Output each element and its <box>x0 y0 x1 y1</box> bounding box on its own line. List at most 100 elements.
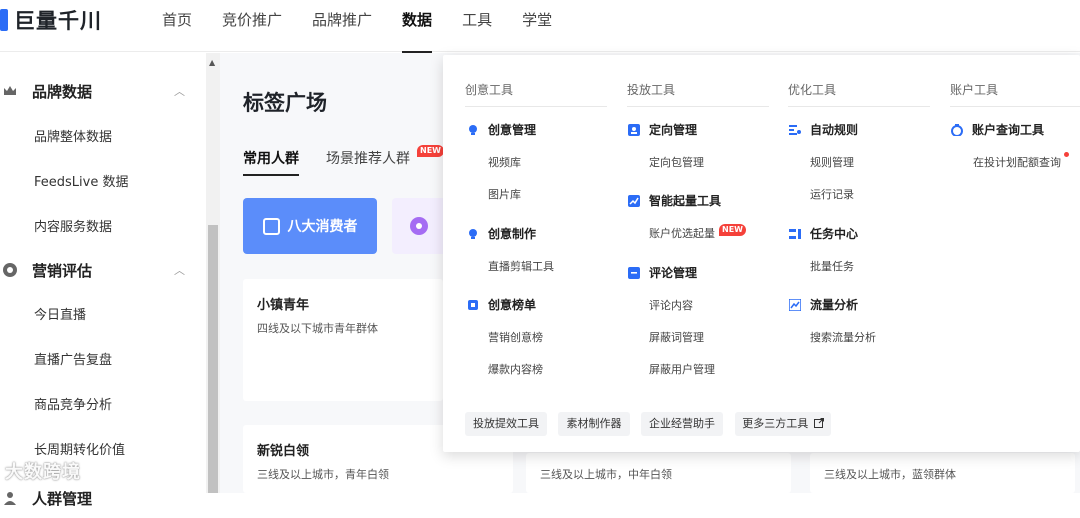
external-link-icon <box>813 418 824 428</box>
nav-academy[interactable]: 学堂 <box>522 0 552 52</box>
link-marketing-creative-rank[interactable]: 营销创意榜 <box>488 329 543 345</box>
task-icon <box>789 228 801 239</box>
sidebar-group-label: 品牌数据 <box>32 82 93 101</box>
shopping-bag-icon <box>262 217 280 235</box>
nav-bidding-promotion[interactable]: 竞价推广 <box>222 0 282 52</box>
chevron-up-icon: ︿ <box>174 85 185 98</box>
link-batch-tasks[interactable]: 批量任务 <box>810 258 854 274</box>
column-heading-optimize: 优化工具 <box>788 81 930 107</box>
link-comment-content[interactable]: 评论内容 <box>649 297 693 313</box>
rule-icon <box>789 124 801 135</box>
link-block-words[interactable]: 屏蔽词管理 <box>649 329 704 345</box>
section-title: 创意榜单 <box>488 298 537 312</box>
section-title: 创意制作 <box>488 227 537 241</box>
link-plan-quota-query[interactable]: 在投计划配额查询 <box>973 154 1061 170</box>
link-account-optimal-boost[interactable]: 账户优选起量 <box>649 225 715 241</box>
tab-common-audience[interactable]: 常用人群 <box>243 148 299 176</box>
section-traffic-analysis[interactable]: 流量分析 <box>789 296 858 313</box>
nav-data[interactable]: 数据 <box>402 0 433 53</box>
link-run-records[interactable]: 运行记录 <box>810 186 854 202</box>
crown-icon <box>4 86 16 95</box>
new-badge: NEW <box>719 224 746 236</box>
card-desc: 三线及以上城市，青年白领 <box>257 468 389 481</box>
audience-card-blue-collar[interactable]: 三线及以上城市，蓝领群体 <box>810 453 1075 493</box>
footer-button-label: 更多三方工具 <box>742 417 809 430</box>
brand-logo[interactable]: 巨量千川 <box>0 6 102 34</box>
circle-dot-icon <box>410 217 428 235</box>
section-creative-rank[interactable]: 创意榜单 <box>467 296 536 313</box>
nav-brand-promotion[interactable]: 品牌推广 <box>312 0 372 52</box>
sidebar-group-brand-data[interactable]: 品牌数据 ︿ <box>0 71 205 111</box>
card-desc: 三线及以上城市，中年白领 <box>540 468 672 481</box>
sidebar: 品牌数据 ︿ 品牌整体数据 FeedsLive 数据 内容服务数据 营销评估 ︿… <box>0 53 205 508</box>
sidebar-item-content-service[interactable]: 内容服务数据 <box>34 216 112 235</box>
main-nav: 首页 竞价推广 品牌推广 数据 工具 学堂 <box>162 0 582 53</box>
link-block-users[interactable]: 屏蔽用户管理 <box>649 361 715 377</box>
section-task-center[interactable]: 任务中心 <box>789 225 858 242</box>
person-card-icon <box>628 123 640 136</box>
trend-icon <box>628 194 640 207</box>
nav-home[interactable]: 首页 <box>162 0 192 52</box>
sidebar-item-long-term-value[interactable]: 长周期转化价值 <box>34 439 125 458</box>
chevron-up-icon: ︿ <box>174 264 185 277</box>
scroll-thumb[interactable] <box>208 225 218 493</box>
audience-card-small-town-youth[interactable]: 小镇青年 四线及以下城市青年群体 <box>243 279 443 401</box>
footer-delivery-efficiency-button[interactable]: 投放提效工具 <box>465 412 547 436</box>
sidebar-item-today-live[interactable]: 今日直播 <box>34 304 86 323</box>
sidebar-scrollbar[interactable]: ▲ <box>206 53 220 493</box>
scroll-up-arrow-icon[interactable]: ▲ <box>209 58 215 67</box>
sidebar-item-live-ad-review[interactable]: 直播广告复盘 <box>34 349 112 368</box>
section-creative-make[interactable]: 创意制作 <box>467 225 536 242</box>
target-icon <box>3 263 17 277</box>
section-title: 自动规则 <box>810 123 859 137</box>
sidebar-item-brand-overall[interactable]: 品牌整体数据 <box>34 126 112 145</box>
link-rule-manage[interactable]: 规则管理 <box>810 154 854 170</box>
bulb-icon <box>469 228 477 239</box>
audience-pill-eight-consumers[interactable]: 八大消费者 <box>243 198 377 254</box>
sidebar-item-feedslive[interactable]: FeedsLive 数据 <box>34 171 128 190</box>
nav-tools[interactable]: 工具 <box>462 0 492 52</box>
chart-icon <box>789 298 801 311</box>
footer-more-third-party-button[interactable]: 更多三方工具 <box>735 412 831 436</box>
page-title: 标签广场 <box>243 91 327 115</box>
link-targeting-package[interactable]: 定向包管理 <box>649 154 704 170</box>
card-desc: 四线及以下城市青年群体 <box>257 322 378 335</box>
section-creative-manage[interactable]: 创意管理 <box>467 121 536 138</box>
new-badge: NEW <box>417 145 444 157</box>
people-icon <box>4 492 16 505</box>
link-video-library[interactable]: 视频库 <box>488 154 521 170</box>
section-title: 评论管理 <box>649 266 698 280</box>
section-comment-manage[interactable]: 评论管理 <box>628 264 697 281</box>
link-hot-content-rank[interactable]: 爆款内容榜 <box>488 361 543 377</box>
section-smart-boost[interactable]: 智能起量工具 <box>628 192 721 209</box>
link-live-clip-tool[interactable]: 直播剪辑工具 <box>488 258 554 274</box>
tab-scene-recommended[interactable]: 场景推荐人群 <box>326 148 410 168</box>
section-title: 流量分析 <box>810 298 859 312</box>
section-auto-rules[interactable]: 自动规则 <box>789 121 858 138</box>
column-heading-creative: 创意工具 <box>465 81 607 107</box>
section-targeting-manage[interactable]: 定向管理 <box>628 121 697 138</box>
section-title: 账户查询工具 <box>972 123 1045 137</box>
top-bar: 巨量千川 首页 竞价推广 品牌推广 数据 工具 学堂 <box>0 0 1080 53</box>
logo-mark-icon <box>0 9 8 31</box>
footer-business-assistant-button[interactable]: 企业经营助手 <box>641 412 723 436</box>
section-title: 任务中心 <box>810 227 859 241</box>
link-search-traffic[interactable]: 搜索流量分析 <box>810 329 876 345</box>
sidebar-group-label: 人群管理 <box>32 489 93 508</box>
footer-material-maker-button[interactable]: 素材制作器 <box>558 412 630 436</box>
card-title: 小镇青年 <box>257 298 310 313</box>
section-title: 定向管理 <box>649 123 698 137</box>
column-heading-delivery: 投放工具 <box>627 81 769 107</box>
section-account-query[interactable]: 账户查询工具 <box>951 121 1044 138</box>
tools-dropdown-menu: 创意工具 投放工具 优化工具 账户工具 创意管理 视频库 图片库 创意制作 直播… <box>443 55 1080 452</box>
sidebar-group-audience[interactable]: 人群管理 <box>0 478 205 518</box>
card-title: 新锐白领 <box>257 444 310 459</box>
sidebar-group-marketing-eval[interactable]: 营销评估 ︿ <box>0 250 205 290</box>
sidebar-item-product-competition[interactable]: 商品竞争分析 <box>34 394 112 413</box>
audience-card-middle-white-collar[interactable]: 三线及以上城市，中年白领 <box>526 453 791 493</box>
notification-dot <box>1064 152 1069 157</box>
section-title: 智能起量工具 <box>649 194 722 208</box>
comment-icon <box>628 266 640 279</box>
bulb-icon <box>469 124 477 135</box>
link-image-library[interactable]: 图片库 <box>488 186 521 202</box>
